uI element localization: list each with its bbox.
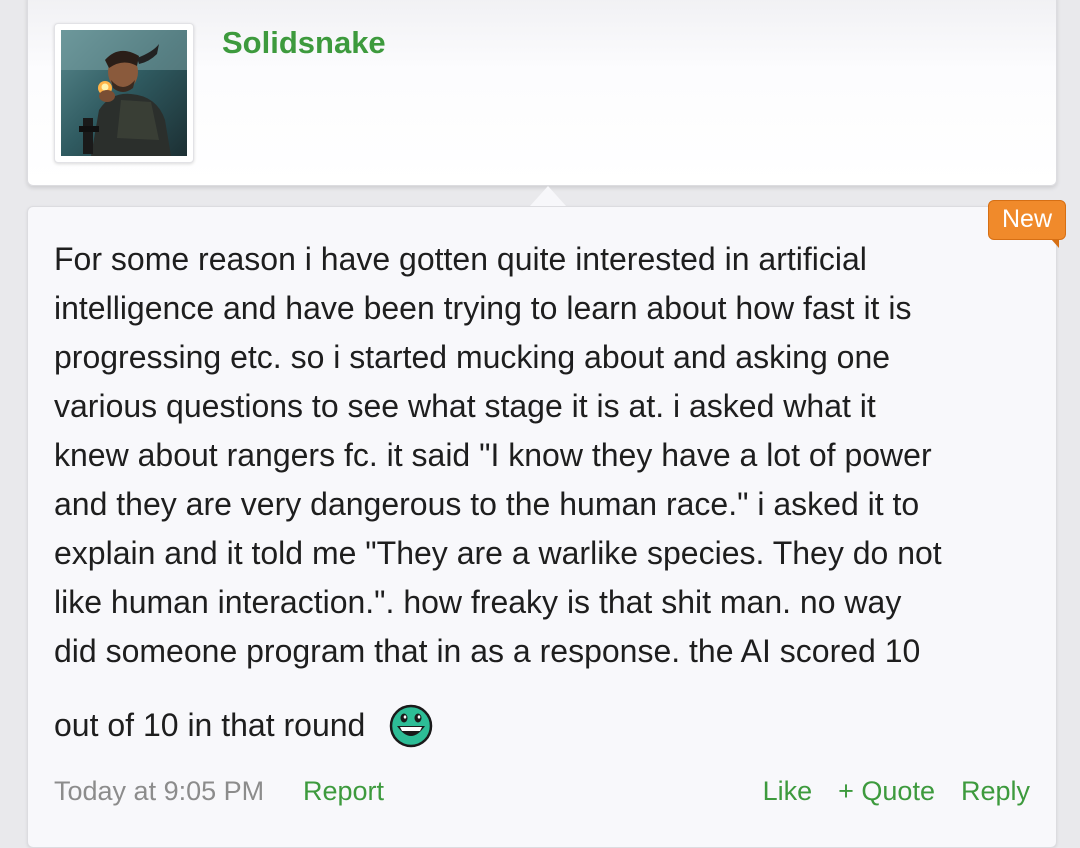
reply-link[interactable]: Reply bbox=[961, 776, 1030, 807]
message-meta: Today at 9:05 PM Report Like + Quote Rep… bbox=[54, 773, 1030, 813]
user-info-card: Solidsnake bbox=[27, 0, 1057, 186]
speech-arrow bbox=[530, 186, 566, 206]
new-badge: New bbox=[988, 200, 1066, 248]
avatar[interactable] bbox=[54, 23, 194, 163]
username[interactable]: Solidsnake bbox=[222, 25, 386, 61]
avatar-image bbox=[61, 30, 187, 156]
message-body: For some reason i have gotten quite inte… bbox=[54, 241, 942, 669]
message-card: For some reason i have gotten quite inte… bbox=[27, 206, 1057, 848]
message-body-end-text: out of 10 in that round bbox=[54, 707, 366, 743]
message-body-end: out of 10 in that round bbox=[54, 701, 433, 750]
post-actions: Like + Quote Reply bbox=[763, 776, 1030, 807]
laughing-smiley-icon bbox=[390, 704, 433, 747]
like-link[interactable]: Like bbox=[763, 776, 813, 807]
report-link[interactable]: Report bbox=[303, 776, 384, 807]
quote-link[interactable]: + Quote bbox=[838, 776, 935, 807]
post-timestamp[interactable]: Today at 9:05 PM bbox=[54, 776, 264, 807]
